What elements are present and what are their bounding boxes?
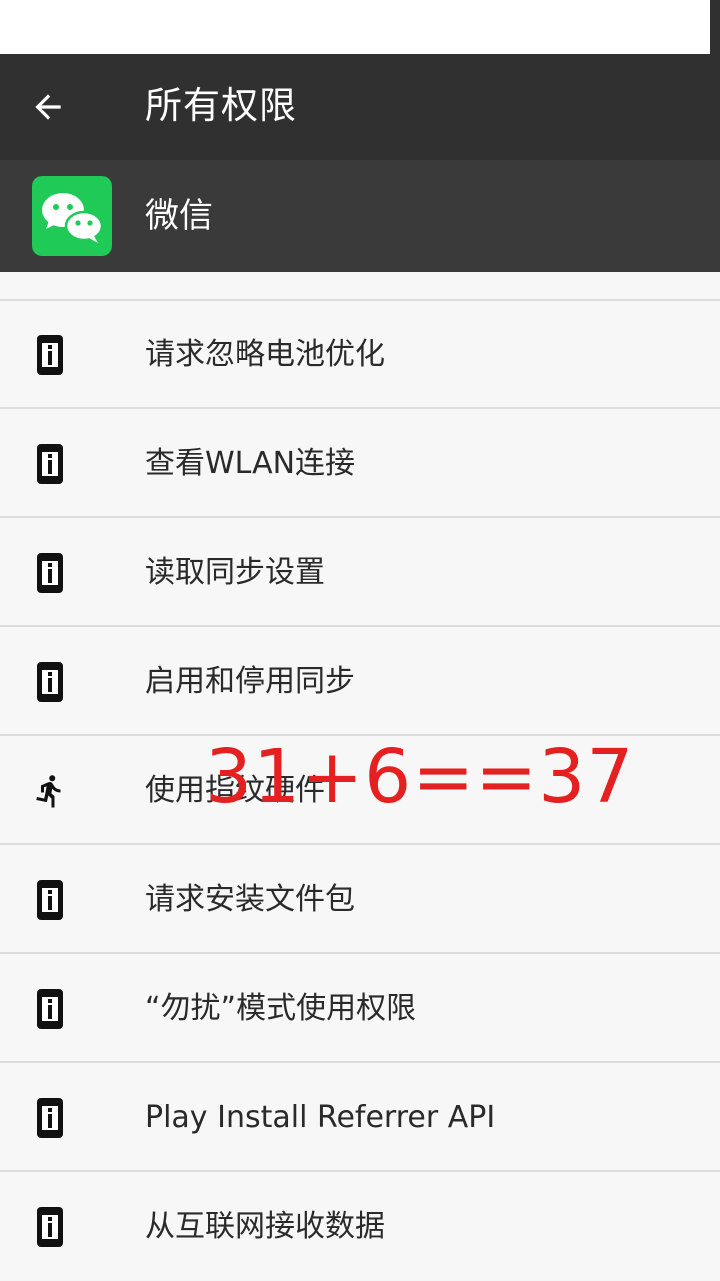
permission-row[interactable]: 从互联网接收数据 [0,1173,720,1281]
info-device-icon [30,551,70,595]
permission-row[interactable]: 启用和停用同步 [0,628,720,736]
status-area [0,0,710,54]
info-device-icon [30,1205,70,1249]
permission-row[interactable]: 请求安装文件包 [0,846,720,954]
permission-row[interactable]: 查看WLAN连接 [0,410,720,518]
wechat-app-icon [32,176,112,256]
permission-label: Play Install Referrer API [145,1100,496,1135]
permission-row[interactable]: 读取同步设置 [0,519,720,627]
permission-row[interactable]: 请求忽略电池优化 [0,301,720,409]
info-device-icon [30,333,70,377]
back-button[interactable] [22,81,74,133]
app-header: 微信 [0,160,720,272]
permission-row[interactable]: Play Install Referrer API [0,1064,720,1172]
permission-label: 启用和停用同步 [145,664,355,699]
page-title: 所有权限 [145,84,297,127]
info-device-icon [30,660,70,704]
running-man-icon [30,769,70,813]
permission-label: 查看WLAN连接 [145,446,356,481]
app-bar: 所有权限 [0,54,720,160]
arrow-left-icon [35,94,61,120]
info-device-icon [30,987,70,1031]
permission-row[interactable]: “勿扰”模式使用权限 [0,955,720,1063]
permission-label: “勿扰”模式使用权限 [145,991,417,1026]
permission-label: 请求忽略电池优化 [145,337,385,372]
info-device-icon [30,1096,70,1140]
info-device-icon [30,442,70,486]
app-name: 微信 [145,196,213,236]
status-area-edge [710,0,720,54]
permission-label: 读取同步设置 [145,555,325,590]
permission-label: 请求安装文件包 [145,882,355,917]
permission-label: 从互联网接收数据 [145,1209,385,1244]
overlay-equation-text: 31+6==37 [205,734,635,820]
info-device-icon [30,878,70,922]
